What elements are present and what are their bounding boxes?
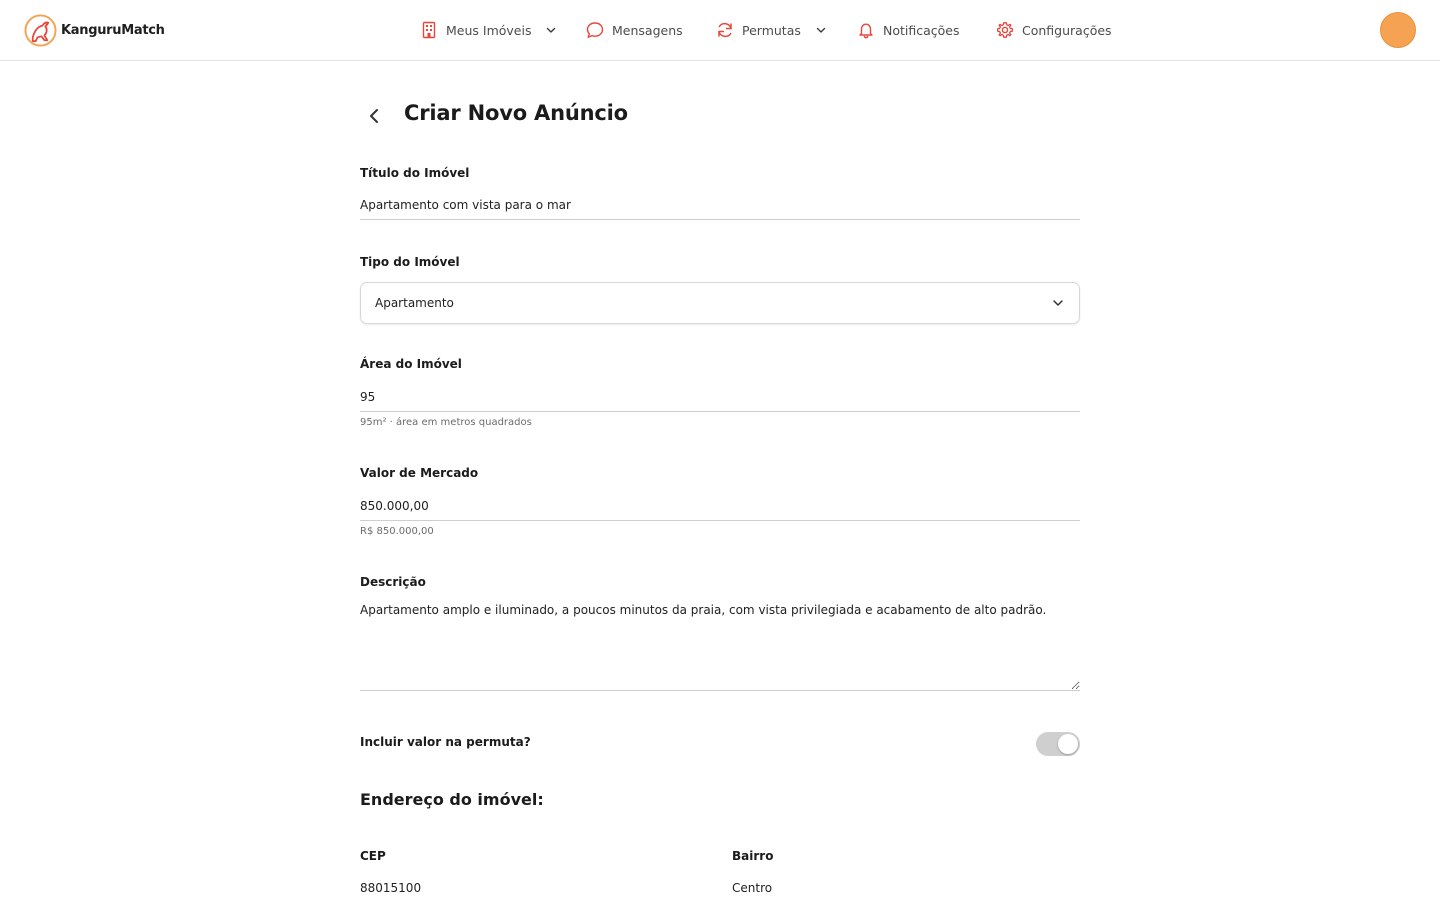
- refresh-icon: [718, 22, 732, 38]
- bell-icon: [859, 23, 873, 39]
- bairro-label: Bairro: [732, 849, 774, 863]
- top-navbar: KanguruMatch Meus Imóveis Mensagens Perm…: [0, 0, 1440, 61]
- titulo-input[interactable]: [360, 190, 1080, 220]
- bairro-input[interactable]: [732, 873, 1080, 900]
- nav-label: Meus Imóveis: [446, 22, 532, 38]
- titulo-label: Título do Imóvel: [360, 166, 470, 180]
- avatar[interactable]: [1380, 12, 1416, 48]
- cep-input[interactable]: [360, 873, 708, 900]
- gear-icon: [997, 22, 1013, 38]
- chat-bubble-icon: [586, 22, 604, 38]
- nav-label: Mensagens: [612, 22, 683, 38]
- brand-logo[interactable]: KanguruMatch: [24, 13, 165, 47]
- page-title: Criar Novo Anúncio: [404, 101, 628, 125]
- endereco-title: Endereço do imóvel:: [360, 790, 544, 809]
- chevron-down-icon: [1053, 300, 1063, 306]
- nav-label: Permutas: [742, 22, 801, 38]
- area-hint: 95m² · área em metros quadrados: [360, 417, 532, 428]
- valor-hint: R$ 850.000,00: [360, 526, 434, 537]
- cep-label: CEP: [360, 849, 386, 863]
- tipo-label: Tipo do Imóvel: [360, 255, 460, 269]
- nav-item-configuracoes[interactable]: Configurações: [996, 0, 1112, 60]
- valor-label: Valor de Mercado: [360, 466, 479, 480]
- area-input[interactable]: [360, 382, 1080, 412]
- nav-item-notificacoes[interactable]: Notificações: [857, 0, 960, 60]
- tipo-select[interactable]: Apartamento: [360, 282, 1080, 324]
- back-arrow-icon[interactable]: [362, 104, 386, 128]
- nav-item-mensagens[interactable]: Mensagens: [586, 0, 683, 60]
- chevron-down-icon: [547, 27, 556, 33]
- nav-label: Notificações: [883, 22, 960, 38]
- valor-input[interactable]: [360, 491, 1080, 521]
- nav-item-permutas[interactable]: Permutas: [716, 0, 827, 60]
- building-icon: [422, 21, 436, 39]
- incluir-valor-toggle[interactable]: [1036, 732, 1080, 756]
- brand-name: KanguruMatch: [61, 22, 165, 38]
- toggle-knob: [1058, 734, 1078, 754]
- nav-item-meus-imoveis[interactable]: Meus Imóveis: [420, 0, 557, 60]
- chevron-down-icon: [816, 27, 826, 33]
- descricao-label: Descrição: [360, 575, 426, 589]
- tipo-select-value: Apartamento: [375, 296, 454, 310]
- area-label: Área do Imóvel: [360, 357, 462, 371]
- nav-label: Configurações: [1022, 22, 1112, 38]
- incluir-valor-label: Incluir valor na permuta?: [360, 735, 531, 749]
- kangaroo-logo-icon: [24, 13, 57, 47]
- descricao-textarea[interactable]: Apartamento amplo e iluminado, a poucos …: [360, 600, 1080, 691]
